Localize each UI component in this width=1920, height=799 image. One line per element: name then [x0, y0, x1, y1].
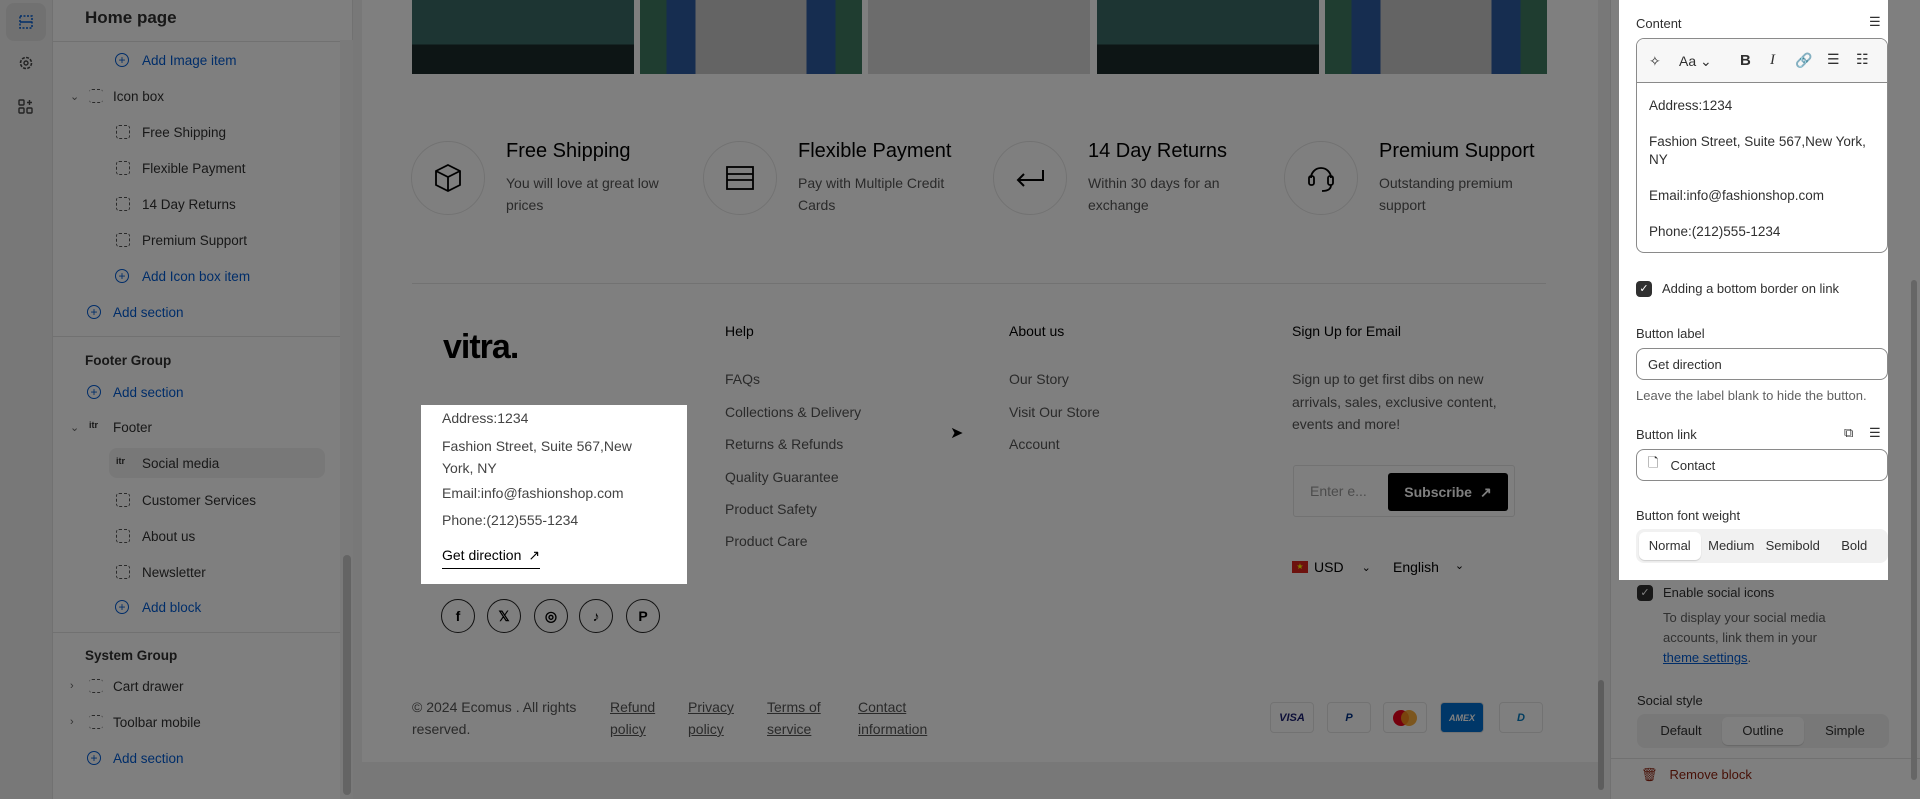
font-weight-bold[interactable]: Bold: [1824, 532, 1886, 560]
bottom-border-label: Adding a bottom border on link: [1662, 281, 1840, 296]
text-style-icon[interactable]: Aa ⌄: [1679, 53, 1712, 70]
editor-toolbar: ✧ Aa ⌄ B I 🔗 ☰ ☷: [1637, 39, 1887, 83]
button-link-input[interactable]: 🗋 Contact: [1636, 449, 1888, 481]
content-settings: Content ☰ ✧ Aa ⌄ B I 🔗 ☰ ☷ Address:1234 …: [1619, 0, 1888, 580]
bold-icon[interactable]: B: [1740, 52, 1751, 69]
font-weight-label: Button font weight: [1636, 508, 1741, 523]
italic-icon[interactable]: I: [1770, 52, 1775, 69]
font-weight-medium[interactable]: Medium: [1701, 532, 1763, 560]
font-weight-normal[interactable]: Normal: [1639, 532, 1701, 560]
address-block[interactable]: Address:1234 Fashion Street, Suite 567,N…: [421, 405, 687, 584]
arrow-up-right-icon: ↗: [528, 547, 541, 563]
button-label-help: Leave the label blank to hide the button…: [1636, 388, 1867, 403]
bottom-border-checkbox[interactable]: ✓: [1636, 281, 1652, 297]
page-icon: 🗋: [1648, 455, 1659, 470]
font-weight-semibold[interactable]: Semibold: [1762, 532, 1824, 560]
get-direction-button[interactable]: Get direction ↗: [442, 547, 541, 569]
external-link-icon[interactable]: ⧉: [1844, 425, 1853, 441]
editor-content[interactable]: Address:1234 Fashion Street, Suite 567,N…: [1649, 97, 1874, 241]
rich-text-editor[interactable]: ✧ Aa ⌄ B I 🔗 ☰ ☷ Address:1234 Fashion St…: [1636, 38, 1888, 253]
button-label-input[interactable]: Get direction: [1636, 348, 1888, 380]
content-label: Content: [1636, 16, 1682, 31]
button-link-label: Button link: [1636, 427, 1697, 442]
ai-sparkle-icon[interactable]: ✧: [1649, 53, 1661, 70]
button-label-label: Button label: [1636, 326, 1705, 341]
numbered-list-icon[interactable]: ☷: [1856, 51, 1869, 68]
bullet-list-icon[interactable]: ☰: [1827, 51, 1840, 68]
link-icon[interactable]: 🔗: [1795, 52, 1812, 69]
dynamic-source-icon[interactable]: ☰: [1869, 425, 1881, 441]
font-weight-segmented[interactable]: Normal Medium Semibold Bold: [1636, 529, 1888, 563]
dynamic-source-icon[interactable]: ☰: [1869, 14, 1881, 30]
mouse-cursor-icon: ➤: [950, 425, 964, 442]
